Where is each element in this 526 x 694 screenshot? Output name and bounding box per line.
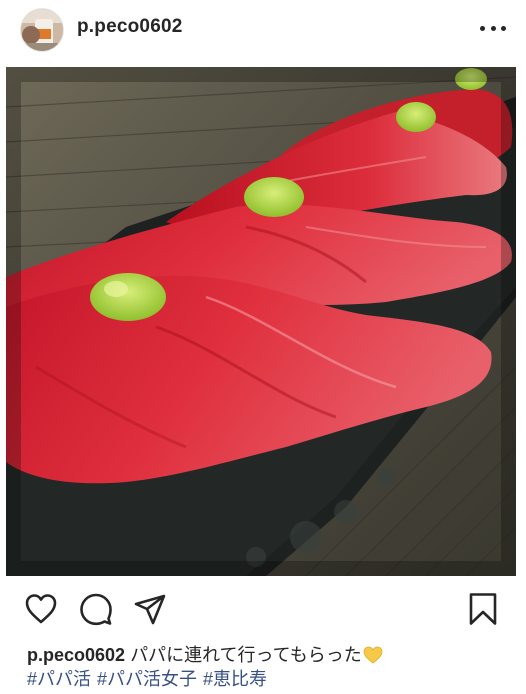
comment-icon[interactable] bbox=[79, 592, 113, 626]
post-username[interactable]: p.peco0602 bbox=[77, 16, 183, 38]
avatar-image bbox=[21, 9, 63, 51]
paper-plane-icon[interactable] bbox=[133, 592, 167, 626]
hashtag-list: #パパ活 #パパ活女子 #恵比寿 bbox=[27, 667, 273, 691]
more-dot bbox=[480, 25, 485, 31]
caption-username[interactable]: p.peco0602 bbox=[27, 645, 125, 665]
hashtag-link[interactable]: #パパ活女子 bbox=[97, 669, 197, 689]
post-photo[interactable] bbox=[6, 67, 516, 576]
hashtag-link[interactable]: #パパ活 bbox=[27, 669, 91, 689]
more-options-icon[interactable] bbox=[480, 18, 506, 38]
more-dot bbox=[501, 25, 506, 31]
beef-sushi-photo bbox=[6, 67, 516, 576]
bookmark-icon[interactable] bbox=[466, 592, 500, 626]
post-caption: p.peco0602 パパに連れて行ってもらった bbox=[27, 643, 507, 667]
more-dot bbox=[490, 25, 496, 31]
heart-icon[interactable] bbox=[24, 592, 58, 626]
yellow-heart-emoji-icon bbox=[363, 646, 383, 664]
caption-text: パパに連れて行ってもらった bbox=[130, 645, 362, 665]
instagram-post: p.peco0602 p.peco0602 パパに連れて行ってもらった #パパ活… bbox=[0, 0, 526, 694]
hashtag-link[interactable]: #恵比寿 bbox=[203, 669, 267, 689]
avatar[interactable] bbox=[20, 8, 64, 52]
action-bar bbox=[0, 576, 526, 636]
post-header: p.peco0602 bbox=[0, 0, 526, 62]
